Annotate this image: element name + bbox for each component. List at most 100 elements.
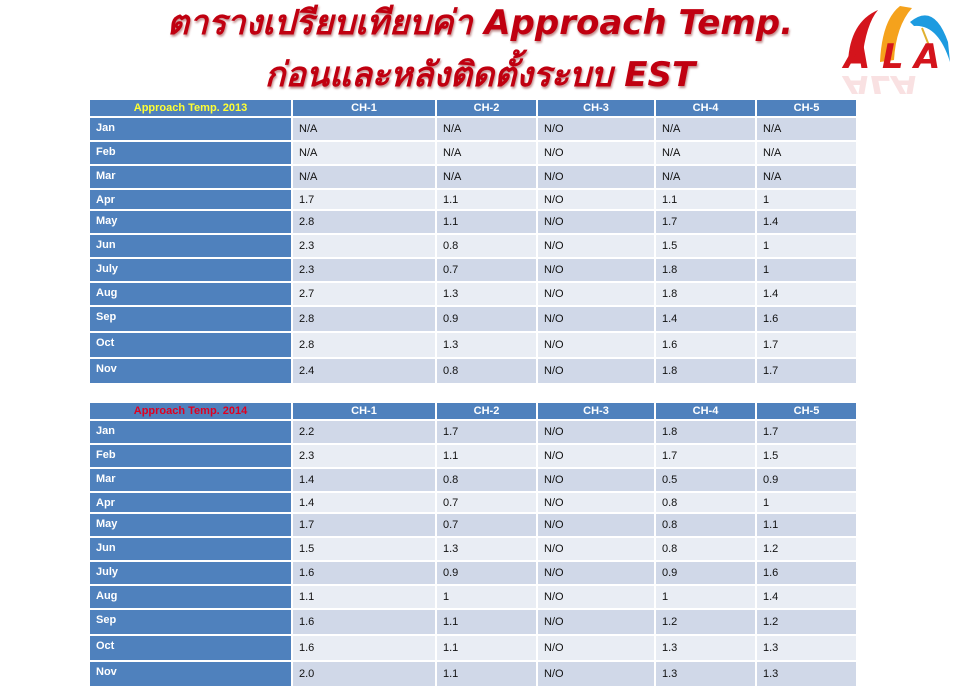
table-row: Nov 2.4 0.8 N/O 1.8 1.7 [88, 357, 858, 385]
table-cell: 0.8 [654, 491, 757, 514]
table-row: Feb N/A N/A N/O N/A N/A [88, 140, 858, 166]
month-label: Oct [88, 331, 293, 359]
table-cell: N/O [536, 164, 656, 190]
table-cell: 1.6 [291, 560, 437, 586]
table-cell: 1.7 [435, 419, 538, 445]
table-cell: 0.8 [654, 536, 757, 562]
table-cell: 1.7 [755, 357, 858, 385]
table-cell: N/O [536, 660, 656, 688]
table-cell: N/O [536, 357, 656, 385]
table-cell: 0.8 [435, 233, 538, 259]
table-cell: 0.9 [654, 560, 757, 586]
month-label: Jun [88, 233, 293, 259]
column-header: CH-3 [536, 401, 656, 421]
column-header: CH-1 [291, 98, 437, 118]
title-line-2: ก่อนและหลังติดตั้งระบบ EST [264, 55, 696, 95]
table-cell: 1.3 [755, 634, 858, 662]
month-label: Jan [88, 419, 293, 445]
table-cell: N/A [654, 164, 757, 190]
table-cell: 1.6 [755, 560, 858, 586]
table-row: Aug 2.7 1.3 N/O 1.8 1.4 [88, 281, 858, 307]
table-cell: 1.8 [654, 257, 757, 283]
month-label: Apr [88, 491, 293, 514]
table-cell: N/O [536, 491, 656, 514]
table-cell: 1.4 [755, 209, 858, 235]
table-cell: 1.4 [654, 305, 757, 333]
table-cell: 0.7 [435, 512, 538, 538]
table-cell: 1.4 [755, 281, 858, 307]
table-cell: N/O [536, 467, 656, 493]
table-cell: 1.1 [435, 443, 538, 469]
column-header: CH-2 [435, 98, 538, 118]
month-label: Feb [88, 140, 293, 166]
table-cell: 1.3 [755, 660, 858, 688]
table-row: Mar 1.4 0.8 N/O 0.5 0.9 [88, 467, 858, 493]
table-cell: 1.4 [291, 467, 437, 493]
table-cell: N/A [755, 116, 858, 142]
table-cell: 0.7 [435, 257, 538, 283]
table-corner-label: Approach Temp. 2013 [88, 98, 293, 118]
table-row: July 1.6 0.9 N/O 0.9 1.6 [88, 560, 858, 586]
table-cell: 2.2 [291, 419, 437, 445]
approach-temp-2014-table: Approach Temp. 2014 CH-1 CH-2 CH-3 CH-4 … [88, 401, 858, 688]
table-cell: 2.4 [291, 357, 437, 385]
month-label: Sep [88, 608, 293, 636]
column-header: CH-5 [755, 98, 858, 118]
table-cell: N/O [536, 209, 656, 235]
table-row: Aug 1.1 1 N/O 1 1.4 [88, 584, 858, 610]
table-cell: 1.2 [755, 536, 858, 562]
table-cell: 0.8 [654, 512, 757, 538]
month-label: Nov [88, 357, 293, 385]
table-cell: N/A [291, 164, 437, 190]
table-cell: N/O [536, 584, 656, 610]
ala-logo: A L A ALA [838, 2, 956, 107]
column-header: CH-4 [654, 98, 757, 118]
table-cell: N/O [536, 443, 656, 469]
table-cell: 0.8 [435, 467, 538, 493]
table-row: Apr 1.4 0.7 N/O 0.8 1 [88, 491, 858, 514]
table-row: Jan N/A N/A N/O N/A N/A [88, 116, 858, 142]
table-cell: N/A [435, 140, 538, 166]
table-cell: 1.8 [654, 357, 757, 385]
table-cell: N/A [435, 116, 538, 142]
table-cell: 1.2 [755, 608, 858, 636]
table-cell: 1 [755, 257, 858, 283]
table-cell: N/A [291, 140, 437, 166]
table-cell: 1.2 [654, 608, 757, 636]
table-cell: 1.4 [755, 584, 858, 610]
table-cell: 1 [755, 491, 858, 514]
table-cell: 1.1 [435, 188, 538, 211]
table-cell: 0.8 [435, 357, 538, 385]
table-cell: N/O [536, 608, 656, 636]
table-corner-label: Approach Temp. 2014 [88, 401, 293, 421]
table-cell: N/O [536, 634, 656, 662]
table-cell: 2.8 [291, 209, 437, 235]
table-cell: N/A [435, 164, 538, 190]
table-cell: 2.3 [291, 257, 437, 283]
table-cell: 1.6 [654, 331, 757, 359]
table-cell: N/O [536, 560, 656, 586]
table-cell: 1 [755, 233, 858, 259]
table-row: Feb 2.3 1.1 N/O 1.7 1.5 [88, 443, 858, 469]
table-header-row: Approach Temp. 2013 CH-1 CH-2 CH-3 CH-4 … [88, 98, 858, 118]
table-cell: 1.3 [654, 660, 757, 688]
month-label: Feb [88, 443, 293, 469]
table-cell: 1.8 [654, 281, 757, 307]
table-row: Nov 2.0 1.1 N/O 1.3 1.3 [88, 660, 858, 688]
approach-temp-2013-table: Approach Temp. 2013 CH-1 CH-2 CH-3 CH-4 … [88, 98, 858, 385]
table-cell: 1.5 [654, 233, 757, 259]
table-cell: 1.8 [654, 419, 757, 445]
month-label: Nov [88, 660, 293, 688]
table-cell: N/O [536, 419, 656, 445]
table-cell: N/O [536, 140, 656, 166]
table-cell: 1.7 [291, 188, 437, 211]
table-cell: 1.1 [435, 634, 538, 662]
month-label: Mar [88, 467, 293, 493]
table-cell: 1.7 [755, 419, 858, 445]
table-cell: N/O [536, 116, 656, 142]
table-row: May 2.8 1.1 N/O 1.7 1.4 [88, 209, 858, 235]
table-cell: 1.1 [654, 188, 757, 211]
table-cell: 1.1 [291, 584, 437, 610]
table-cell: 2.3 [291, 233, 437, 259]
month-label: May [88, 209, 293, 235]
